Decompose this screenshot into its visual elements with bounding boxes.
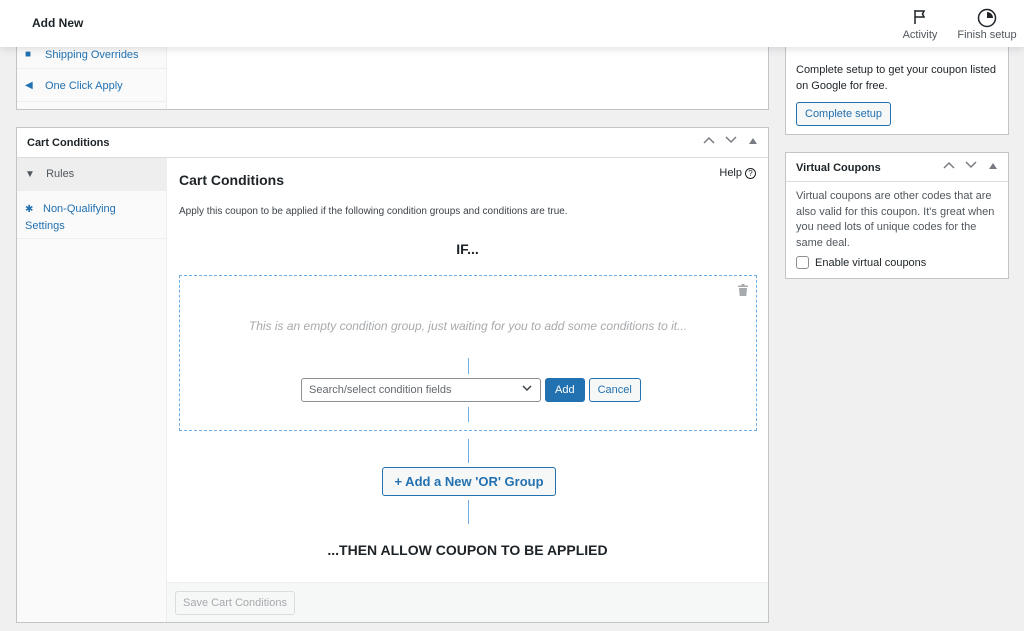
finish-setup-label: Finish setup: [957, 29, 1017, 41]
add-condition-button[interactable]: Add: [545, 378, 585, 402]
if-label: IF...: [456, 241, 479, 257]
tab-rules[interactable]: ▼ Rules: [17, 158, 166, 191]
complete-setup-button[interactable]: Complete setup: [796, 102, 892, 126]
tab-non-qualifying-settings[interactable]: ✱ Non-Qualifying Settings: [17, 191, 166, 239]
condition-field-placeholder: Search/select condition fields: [309, 384, 452, 396]
trash-icon[interactable]: [738, 284, 748, 296]
cart-conditions-panel: Cart Conditions ▼ Rules ✱ Non-Qualifying …: [16, 127, 769, 623]
move-up-icon[interactable]: [702, 135, 716, 147]
move-down-icon[interactable]: [964, 160, 978, 172]
virtual-coupons-description: Virtual coupons are other codes that are…: [796, 190, 995, 250]
connector-line: [468, 500, 469, 524]
activity-button[interactable]: Activity: [900, 8, 940, 41]
finish-setup-button[interactable]: Finish setup: [955, 8, 1019, 41]
nav-shipping-overrides-label: Shipping Overrides: [45, 48, 139, 61]
move-down-icon[interactable]: [724, 135, 738, 147]
collapse-toggle-icon[interactable]: [986, 160, 1000, 172]
enable-virtual-coupons-checkbox[interactable]: Enable virtual coupons: [796, 256, 926, 269]
gear-icon: ✱: [25, 204, 34, 215]
add-condition-row: Search/select condition fields Add Cance…: [301, 378, 641, 402]
connector-line: [468, 407, 469, 422]
top-header: Add New Activity Finish setup: [0, 0, 1024, 47]
cart-conditions-footer: Save Cart Conditions: [167, 582, 768, 622]
move-up-icon[interactable]: [942, 160, 956, 172]
save-cart-conditions-button[interactable]: Save Cart Conditions: [175, 591, 295, 615]
megaphone-icon: ◀: [25, 80, 33, 91]
section-description: Apply this coupon to be applied if the f…: [179, 206, 568, 217]
cart-conditions-tabs: ▼ Rules ✱ Non-Qualifying Settings: [17, 158, 167, 622]
truck-icon: ■: [25, 49, 32, 60]
condition-field-select[interactable]: Search/select condition fields: [301, 378, 541, 402]
panel-controls: [942, 160, 1000, 172]
page-title: Add New: [32, 16, 84, 30]
progress-circle-icon: [955, 8, 1019, 28]
panel-controls: [702, 135, 760, 147]
nav-one-click-apply[interactable]: ◀ One Click Apply: [17, 70, 167, 102]
then-label: ...THEN ALLOW COUPON TO BE APPLIED: [327, 542, 608, 558]
connector-line: [468, 358, 469, 374]
section-title: Cart Conditions: [179, 172, 284, 188]
enable-virtual-coupons-label: Enable virtual coupons: [815, 256, 927, 269]
add-or-group-button[interactable]: + Add a New 'OR' Group: [382, 467, 556, 496]
nav-one-click-apply-label: One Click Apply: [45, 79, 123, 92]
flag-icon: [900, 8, 940, 26]
collapse-toggle-icon[interactable]: [746, 135, 760, 147]
virtual-coupons-title: Virtual Coupons: [796, 162, 881, 174]
chevron-down-icon: [522, 384, 532, 395]
cart-conditions-panel-title: Cart Conditions: [27, 137, 110, 149]
connector-line: [468, 439, 469, 463]
activity-label: Activity: [902, 29, 938, 41]
help-link[interactable]: Help ?: [719, 167, 756, 179]
filter-icon: ▼: [25, 169, 35, 180]
virtual-coupons-panel: Virtual Coupons Virtual coupons are othe…: [785, 152, 1009, 279]
condition-group: This is an empty condition group, just w…: [179, 275, 757, 431]
virtual-coupons-header: Virtual Coupons: [786, 153, 1008, 182]
cancel-button[interactable]: Cancel: [588, 378, 641, 402]
question-circle-icon: ?: [745, 167, 756, 179]
cart-conditions-header: Cart Conditions: [17, 128, 768, 158]
google-listing-text: Complete setup to get your coupon listed…: [796, 64, 996, 92]
tab-rules-label: Rules: [46, 168, 75, 180]
empty-group-message: This is an empty condition group, just w…: [248, 319, 688, 333]
cart-conditions-content: Cart Conditions Help ? Apply this coupon…: [167, 158, 768, 582]
help-label: Help: [719, 167, 742, 179]
checkbox[interactable]: [796, 256, 809, 269]
